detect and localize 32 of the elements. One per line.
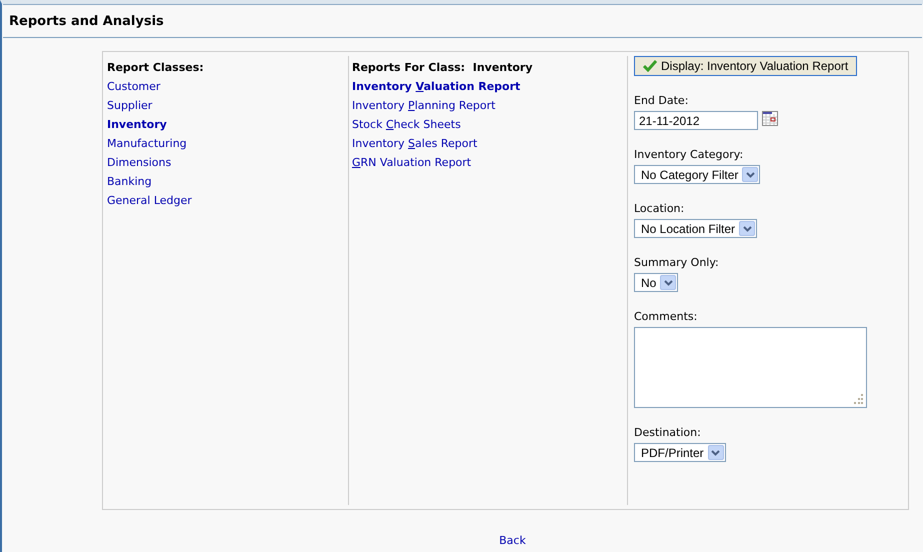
field-label: Destination: (634, 426, 701, 440)
report-class-link[interactable]: Manufacturing (107, 137, 187, 151)
field-label: Inventory Category: (634, 148, 744, 162)
comments-field[interactable] (634, 327, 867, 408)
dropdown[interactable]: PDF/Printer (634, 443, 726, 462)
checkmark-icon (643, 60, 657, 72)
field-label: Comments: (634, 310, 698, 324)
report-class-link[interactable]: General Ledger (107, 194, 192, 208)
report-link[interactable]: Stock Check Sheets (352, 118, 461, 132)
report-link[interactable]: Inventory Sales Report (352, 137, 478, 151)
column-heading: Reports For Class: Inventory (352, 61, 534, 75)
back-link[interactable]: Back (499, 534, 526, 548)
page-title: Reports and Analysis (9, 14, 165, 30)
column-heading: Report Classes: (107, 61, 205, 75)
dropdown[interactable]: No Location Filter (634, 219, 758, 238)
calendar-icon[interactable] (762, 111, 778, 126)
report-class-link[interactable]: Customer (107, 80, 160, 94)
report-link[interactable]: Inventory Valuation Report (352, 80, 520, 94)
report-class-link[interactable]: Inventory (107, 118, 167, 132)
field-label: Location: (634, 202, 684, 216)
report-class-link[interactable]: Banking (107, 175, 152, 189)
display-report-button[interactable]: Display: Inventory Valuation Report (634, 56, 858, 76)
dropdown[interactable]: No (634, 273, 678, 292)
field-label: Summary Only: (634, 256, 719, 270)
report-link[interactable]: GRN Valuation Report (352, 156, 472, 170)
report-class-link[interactable]: Supplier (107, 99, 152, 113)
dropdown[interactable]: No Category Filter (634, 165, 760, 184)
field-label: End Date: (634, 94, 688, 108)
date-field[interactable]: 21-11-2012 (634, 111, 758, 130)
report-link[interactable]: Inventory Planning Report (352, 99, 496, 113)
resize-grip-icon (853, 394, 863, 404)
report-class-link[interactable]: Dimensions (107, 156, 172, 170)
